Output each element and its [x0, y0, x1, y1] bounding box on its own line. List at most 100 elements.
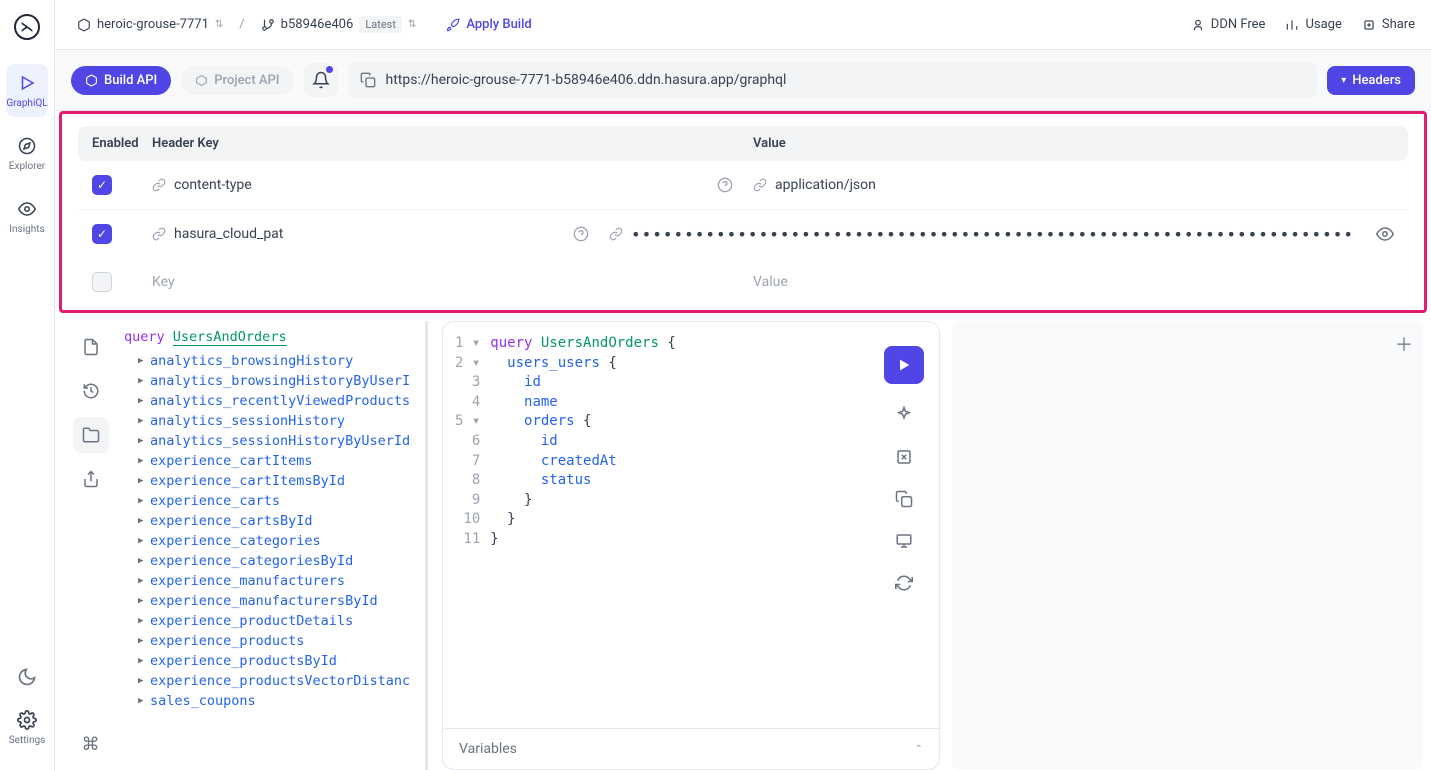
rail-explorer[interactable]: Explorer [0, 127, 54, 180]
explorer-field[interactable]: ▶experience_cartsById [124, 511, 419, 531]
link-icon [152, 178, 166, 192]
explorer-field[interactable]: ▶experience_categoriesById [124, 551, 419, 571]
triangle-icon: ▶ [138, 396, 146, 406]
explorer-field[interactable]: ▶analytics_browsingHistoryByUserI [124, 371, 419, 391]
apply-build-button[interactable]: Apply Build [440, 13, 537, 36]
notifications-button[interactable] [304, 63, 338, 97]
link-icon [152, 227, 166, 241]
project-name: heroic-grouse-7771 [97, 17, 209, 32]
endpoint-url[interactable]: https://heroic-grouse-7771-b58946e406.dd… [348, 62, 1318, 98]
explorer-toggle-button[interactable] [73, 417, 109, 453]
output-panel: ＋ [952, 321, 1423, 770]
header-enable-checkbox[interactable]: ✓ [92, 272, 112, 292]
project-api-button[interactable]: Project API [181, 66, 293, 95]
explorer-field[interactable]: ▶experience_productDetails [124, 611, 419, 631]
history-button[interactable] [73, 373, 109, 409]
export-button[interactable] [73, 461, 109, 497]
explorer-field[interactable]: ▶analytics_browsingHistory [124, 351, 419, 371]
cube-icon [77, 18, 91, 32]
rail-insights[interactable]: Insights [0, 190, 54, 243]
prettify-button[interactable] [893, 404, 915, 426]
explorer-field[interactable]: ▶experience_categories [124, 531, 419, 551]
build-api-button[interactable]: Build API [71, 66, 171, 95]
header-row: ✓ hasura_cloud_pat •••••••••••••••••••••••… [78, 210, 1408, 258]
triangle-icon: ▶ [138, 416, 146, 426]
eye-icon[interactable] [1376, 225, 1394, 243]
explorer-toolbar: ⌘ [63, 321, 118, 770]
link-icon [753, 178, 767, 192]
code-area[interactable]: query UsersAndOrders { users_users { id … [490, 334, 675, 716]
notification-dot [326, 66, 333, 73]
copy-icon [895, 490, 913, 508]
rail-graphiql[interactable]: GraphiQL [6, 64, 48, 117]
presentation-button[interactable] [893, 530, 915, 552]
triangle-icon: ▶ [138, 536, 146, 546]
file-icon [82, 338, 100, 356]
keyboard-shortcuts-button[interactable]: ⌘ [73, 726, 109, 762]
link-icon [609, 227, 623, 241]
header-key-input[interactable]: Key [152, 274, 175, 290]
copy-icon[interactable] [360, 72, 376, 88]
explorer-field[interactable]: ▶analytics_sessionHistory [124, 411, 419, 431]
help-icon[interactable] [717, 177, 733, 193]
explorer-field[interactable]: ▶experience_products [124, 631, 419, 651]
rocket-icon [446, 18, 460, 32]
apply-build-label: Apply Build [466, 17, 531, 32]
rail-graphiql-label: GraphiQL [6, 98, 47, 109]
rail-insights-label: Insights [9, 224, 44, 235]
eye-icon [16, 198, 38, 220]
left-rail: ⋋ GraphiQL Explorer Insights Settings [0, 0, 55, 770]
explorer-field[interactable]: ▶experience_productsVectorDistanc [124, 671, 419, 691]
explorer-field[interactable]: ▶experience_cartItems [124, 451, 419, 471]
run-button[interactable] [884, 346, 924, 384]
build-crumb[interactable]: b58946e406 Latest ⇅ [255, 12, 423, 37]
help-icon[interactable] [573, 226, 589, 242]
header-value-value[interactable]: ••••••••••••••••••••••••••••••••••••••••… [631, 225, 1354, 244]
header-value-value[interactable]: application/json [775, 177, 876, 193]
action-bar: Build API Project API https://heroic-gro… [55, 50, 1431, 111]
explorer-field[interactable]: ▶analytics_sessionHistoryByUserId [124, 431, 419, 451]
explorer-field[interactable]: ▶experience_cartItemsById [124, 471, 419, 491]
rail-explorer-label: Explorer [9, 161, 45, 172]
header-new-row: ✓ Key Value [78, 258, 1408, 306]
moon-icon[interactable] [17, 667, 37, 687]
headers-toggle-button[interactable]: ▾ Headers [1327, 66, 1415, 95]
triangle-icon: ▶ [138, 636, 146, 646]
line-gutter: 1 ▾2 ▾345 ▾67891011 [455, 334, 490, 716]
merge-button[interactable] [893, 446, 915, 468]
refresh-button[interactable] [893, 572, 915, 594]
explorer-field[interactable]: ▶analytics_recentlyViewedProducts [124, 391, 419, 411]
copy-query-button[interactable] [893, 488, 915, 510]
explorer-field[interactable]: ▶experience_manufacturersById [124, 591, 419, 611]
triangle-icon: ▶ [138, 556, 146, 566]
header-key-value[interactable]: content-type [174, 177, 252, 193]
usage-link[interactable]: Usage [1285, 17, 1341, 32]
triangle-icon: ▶ [138, 356, 146, 366]
header-value-input[interactable]: Value [753, 274, 788, 290]
explorer-field[interactable]: ▶sales_coupons [124, 691, 419, 711]
triangle-icon: ▶ [138, 576, 146, 586]
build-hash: b58946e406 [281, 17, 354, 32]
share-link[interactable]: Share [1362, 17, 1415, 32]
play-icon [16, 72, 38, 94]
variables-toggle[interactable]: Variables ⌃ [443, 728, 939, 769]
hasura-logo[interactable]: ⋋ [14, 14, 40, 40]
project-crumb[interactable]: heroic-grouse-7771 ⇅ [71, 13, 229, 36]
triangle-icon: ▶ [138, 376, 146, 386]
explorer-field[interactable]: ▶experience_carts [124, 491, 419, 511]
triangle-icon: ▶ [138, 596, 146, 606]
header-enable-checkbox[interactable]: ✓ [92, 175, 112, 195]
explorer-field[interactable]: ▶experience_manufacturers [124, 571, 419, 591]
header-key-value[interactable]: hasura_cloud_pat [174, 226, 283, 242]
explorer-field[interactable]: ▶experience_productsById [124, 651, 419, 671]
ddn-free-link[interactable]: DDN Free [1191, 17, 1266, 32]
docs-button[interactable] [73, 329, 109, 365]
sparkle-icon [895, 406, 913, 424]
query-editor: 1 ▾2 ▾345 ▾67891011 query UsersAndOrders… [442, 321, 940, 770]
header-enable-checkbox[interactable]: ✓ [92, 224, 112, 244]
rail-settings[interactable]: Settings [0, 701, 54, 754]
triangle-icon: ▶ [138, 476, 146, 486]
compass-icon [16, 135, 38, 157]
chart-icon [1285, 18, 1299, 32]
add-tab-button[interactable]: ＋ [1395, 331, 1413, 357]
